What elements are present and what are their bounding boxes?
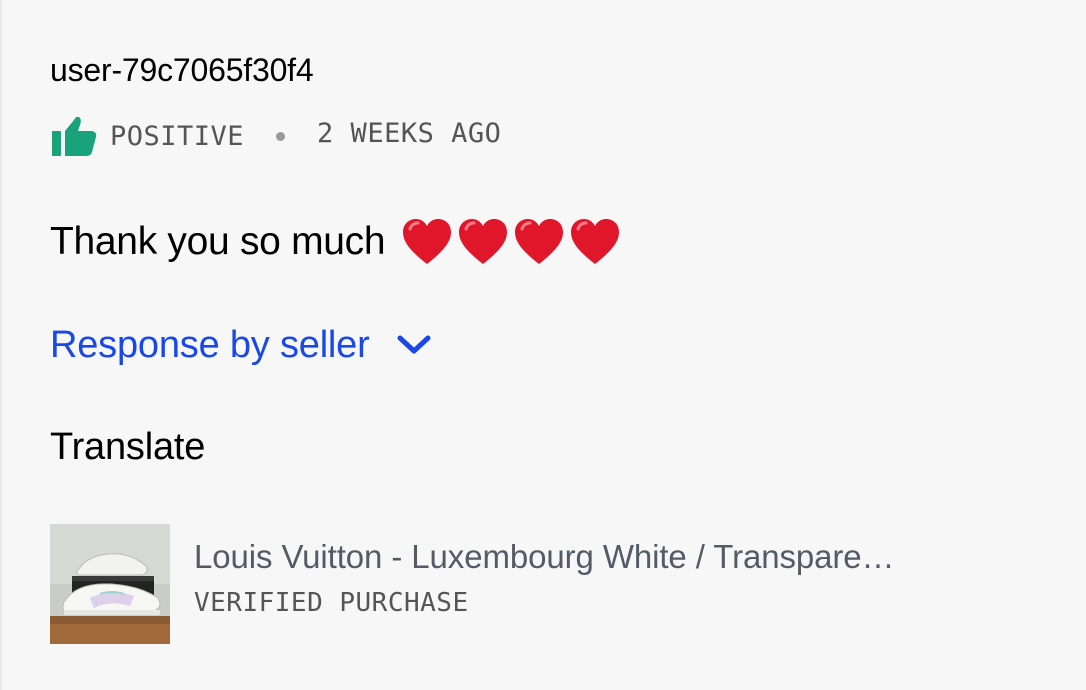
response-by-seller-toggle[interactable]: Response by seller bbox=[50, 320, 432, 370]
red-heart-icon bbox=[459, 219, 508, 264]
separator-dot bbox=[276, 131, 286, 141]
review-time: 2 WEEKS AGO bbox=[317, 117, 502, 149]
red-heart-icon bbox=[515, 219, 564, 264]
panel-edge bbox=[0, 0, 2, 690]
translate-button[interactable]: Translate bbox=[50, 422, 205, 472]
purchased-product[interactable]: Louis Vuitton - Luxembourg White / Trans… bbox=[50, 524, 994, 644]
thumbs-up-icon bbox=[52, 116, 97, 156]
comment-text: Thank you so much bbox=[50, 220, 386, 263]
red-heart-icon bbox=[571, 219, 620, 264]
verified-purchase-badge: VERIFIED PURCHASE bbox=[194, 588, 469, 618]
chevron-down-icon bbox=[397, 335, 431, 354]
response-label: Response by seller bbox=[50, 323, 370, 366]
review-meta: POSITIVE 2 WEEKS AGO bbox=[50, 114, 501, 158]
review-comment: Thank you so much bbox=[50, 214, 625, 270]
product-name[interactable]: Louis Vuitton - Luxembourg White / Trans… bbox=[194, 536, 994, 578]
reviewer-username[interactable]: user-79c7065f30f4 bbox=[50, 50, 314, 90]
product-thumbnail[interactable] bbox=[50, 524, 170, 644]
comment-emoji bbox=[401, 217, 625, 267]
red-heart-icon bbox=[403, 219, 452, 264]
sentiment-label: POSITIVE bbox=[110, 120, 245, 152]
product-info: Louis Vuitton - Luxembourg White / Trans… bbox=[194, 524, 994, 644]
